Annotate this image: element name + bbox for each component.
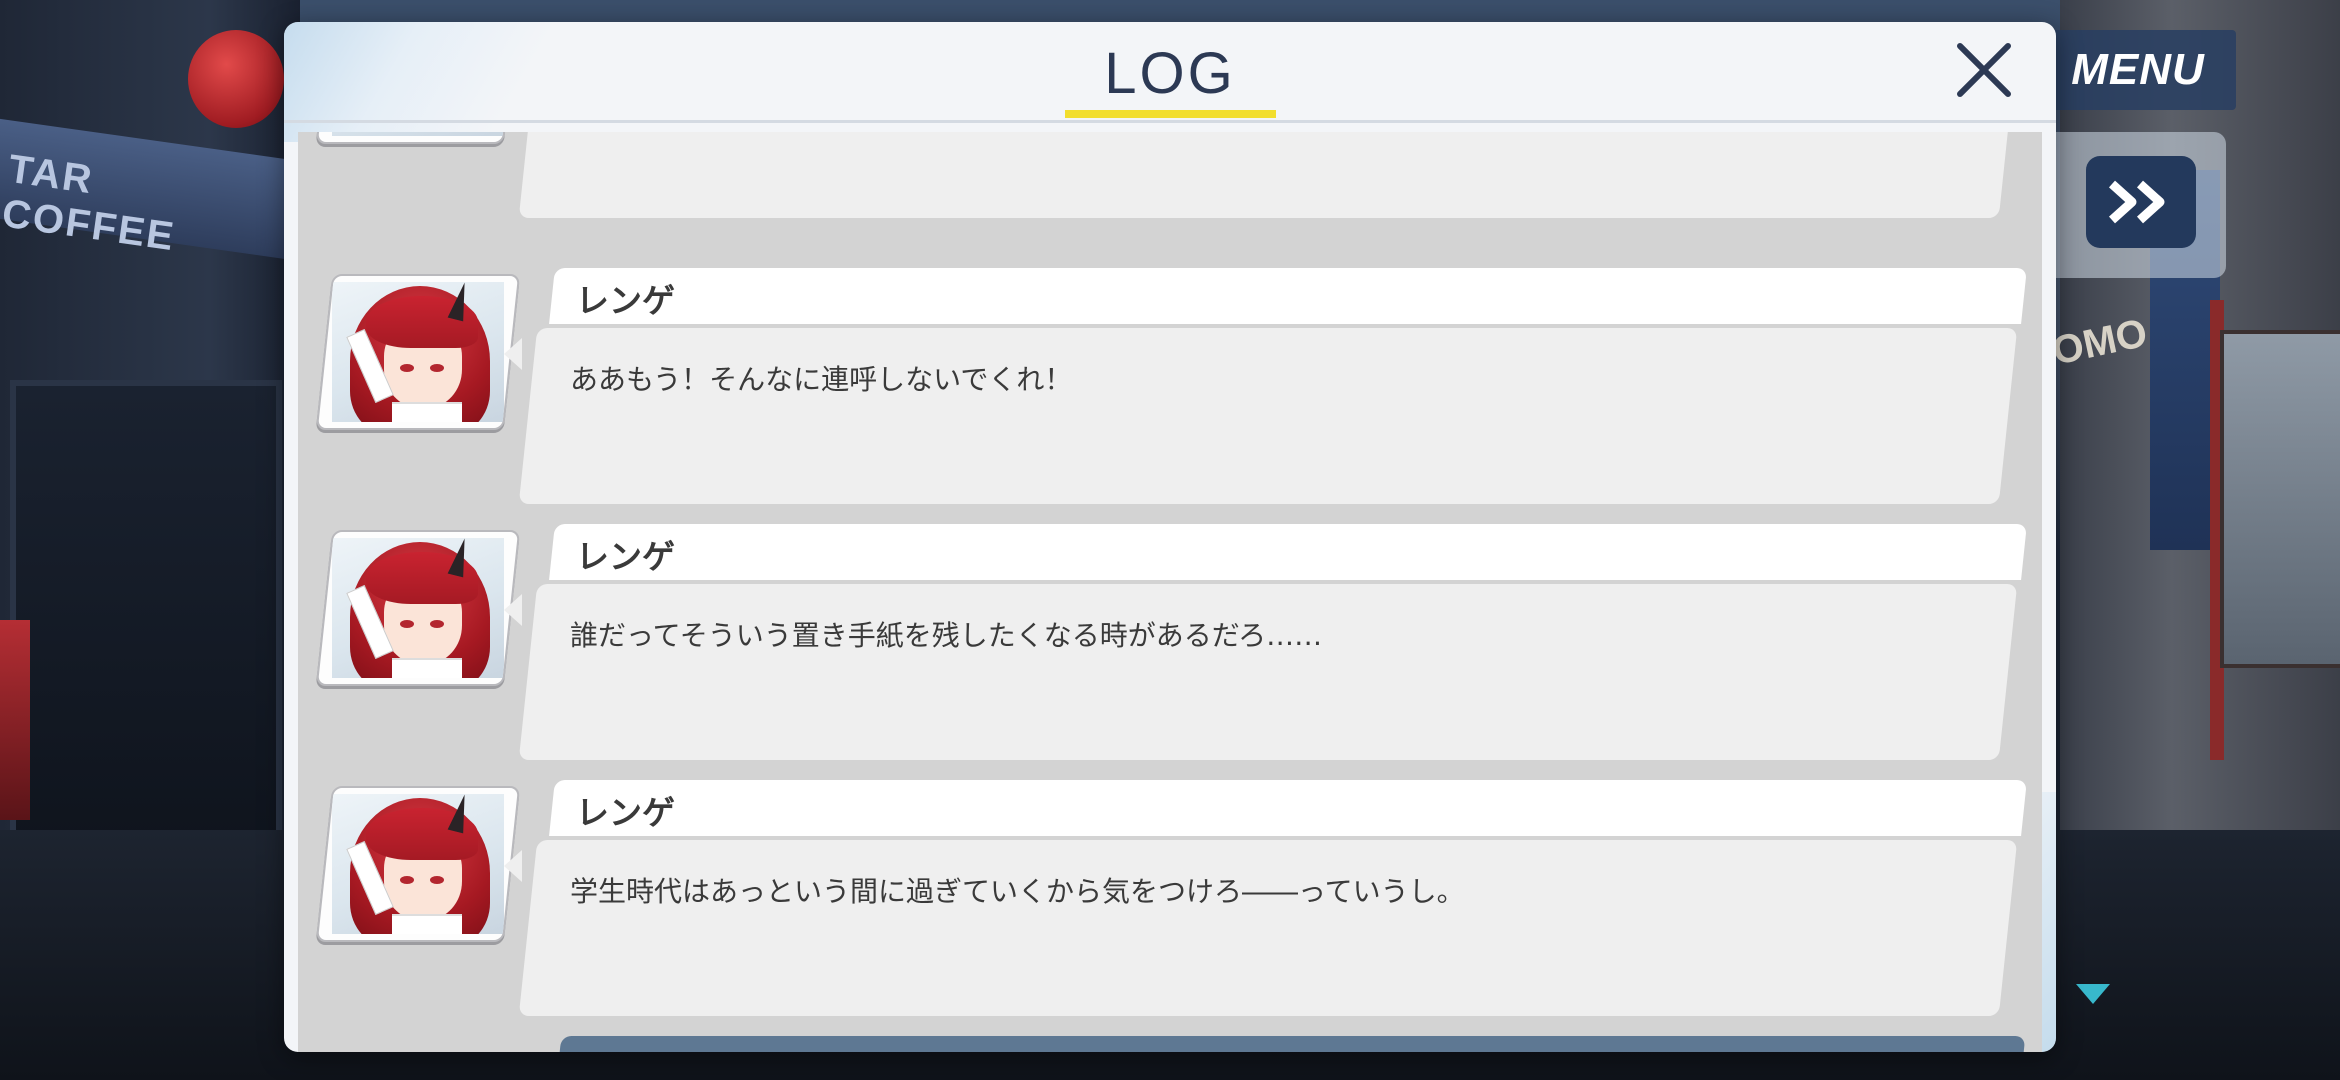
red-light xyxy=(0,620,30,820)
speaker-avatar[interactable] xyxy=(315,530,521,686)
log-entry: レンゲ ああもう！そんなに連呼しないでくれ！ xyxy=(298,268,2042,508)
message-bubble xyxy=(518,840,2018,1016)
speaker-name: レンゲ xyxy=(576,793,675,832)
speaker-avatar[interactable] xyxy=(315,274,521,430)
right-shop-sign: OMO xyxy=(2048,310,2152,374)
next-entry-name-bar xyxy=(558,1036,2026,1052)
log-title: LOG xyxy=(1104,41,1236,106)
speaker-avatar xyxy=(315,132,521,144)
fast-forward-icon xyxy=(2108,180,2165,224)
speaker-name: レンゲ xyxy=(576,281,675,320)
close-button[interactable] xyxy=(1950,36,2018,104)
message-text: 学生時代はあっという間に過ぎていくから気をつけろ――っていうし。 xyxy=(570,875,1465,908)
menu-label: MENU xyxy=(2071,45,2205,94)
message-text: ああもう！そんなに連呼しないでくれ！ xyxy=(570,363,1073,396)
speaker-avatar[interactable] xyxy=(315,786,521,942)
menu-button[interactable]: MENU xyxy=(2040,30,2236,110)
speaker-name-bar xyxy=(549,780,2027,836)
log-dialog: LOG レンゲ ああもう！そんなに連呼しないでくれ！ レンゲ 誰だってそういう置… xyxy=(284,22,2056,1052)
shop-window xyxy=(10,380,282,852)
speaker-name: レンゲ xyxy=(576,537,675,576)
message-bubble xyxy=(518,584,2018,760)
speaker-name-bar xyxy=(549,524,2027,580)
title-underline xyxy=(1065,110,1276,118)
log-entry: レンゲ 学生時代はあっという間に過ぎていくから気をつけろ――っていうし。 xyxy=(298,780,2042,1020)
triangle-down-icon xyxy=(2076,984,2110,1004)
red-lantern xyxy=(188,30,284,128)
display-shelf xyxy=(2220,330,2340,668)
log-list[interactable]: レンゲ ああもう！そんなに連呼しないでくれ！ レンゲ 誰だってそういう置き手紙を… xyxy=(298,132,2042,1052)
fast-forward-button[interactable] xyxy=(2086,156,2196,248)
log-header: LOG xyxy=(284,22,2056,123)
bubble-pointer xyxy=(504,594,522,626)
bubble-pointer xyxy=(504,850,522,882)
bubble-pointer xyxy=(504,338,522,370)
log-entry: レンゲ 誰だってそういう置き手紙を残したくなる時があるだろ…… xyxy=(298,524,2042,764)
message-text: 誰だってそういう置き手紙を残したくなる時があるだろ…… xyxy=(570,619,1323,652)
speaker-name-bar xyxy=(549,268,2027,324)
log-entry xyxy=(298,132,2042,222)
message-bubble xyxy=(518,328,2018,504)
message-bubble xyxy=(518,132,2018,218)
close-icon xyxy=(1957,43,2011,97)
